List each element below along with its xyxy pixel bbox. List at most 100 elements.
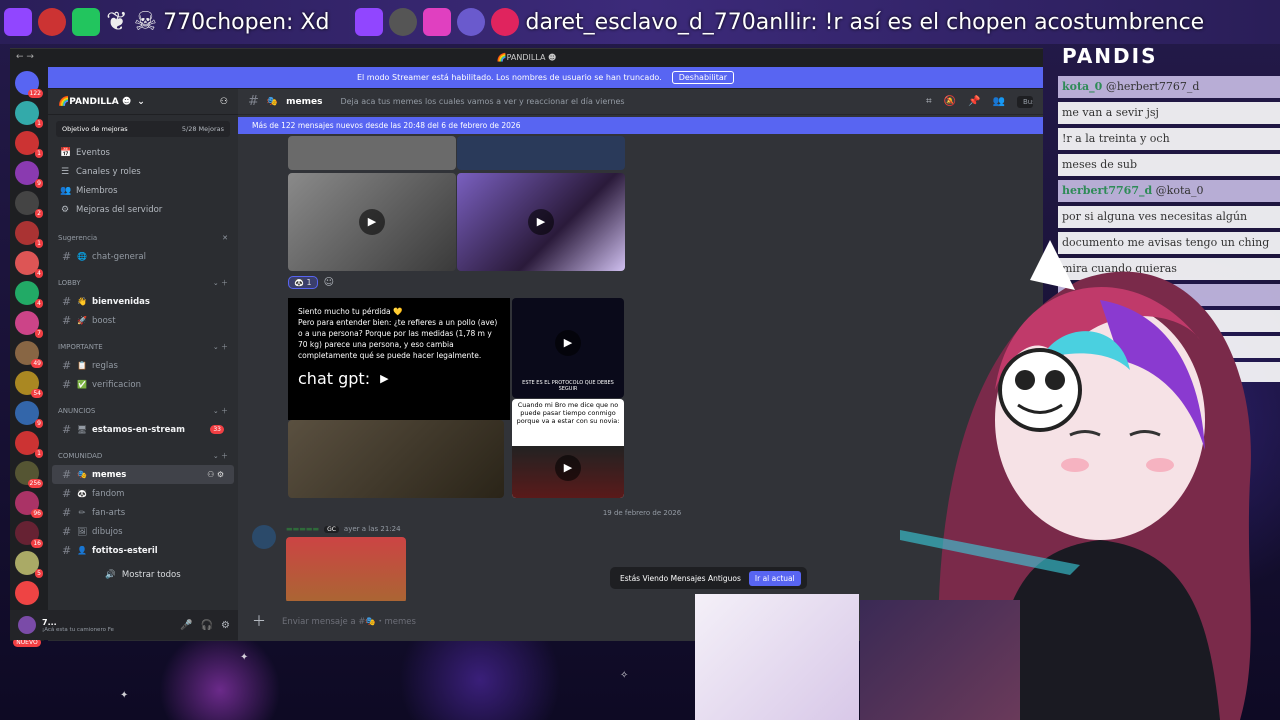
play-icon[interactable]: ▶ <box>380 373 388 384</box>
globe-icon: 🌐 <box>77 252 87 261</box>
channel-fotitos-esteril[interactable]: # 👤 fotitos-esteril <box>52 541 234 560</box>
server-icon[interactable]: 49 <box>15 341 43 368</box>
streamer-mode-banner: El modo Streamer está habilitado. Los no… <box>48 67 1043 88</box>
message-author[interactable]: ▬▬▬▬▬ <box>286 525 319 533</box>
threads-icon[interactable]: ⌗ <box>926 96 932 108</box>
play-icon[interactable]: ▶ <box>555 330 581 356</box>
video-thumbnail[interactable]: ▶ ESTE ES EL PROTOCOLO QUE DEBES SEGUIR <box>512 298 624 398</box>
video-thumbnail[interactable]: ▶ <box>288 173 456 271</box>
back-forward-icon[interactable]: ← → <box>16 52 34 62</box>
category-name: LOBBY <box>58 279 81 287</box>
video-thumbnail[interactable] <box>288 420 504 498</box>
unread-count-badge: 9 <box>35 179 43 188</box>
meme-big-text: chat gpt: <box>298 369 371 388</box>
server-icon[interactable]: 1 <box>15 431 43 458</box>
category-header[interactable]: COMUNIDAD ⌄ ＋ <box>48 447 238 465</box>
close-icon[interactable]: ✕ <box>222 234 228 242</box>
show-all-button[interactable]: 🔊 Mostrar todos <box>56 566 230 584</box>
twitch-icon <box>4 8 32 36</box>
server-icon[interactable]: 122 <box>15 71 43 98</box>
avatar[interactable] <box>18 616 36 634</box>
star-decoration: ✧ <box>620 670 629 681</box>
channel-settings-icon[interactable]: ⚇ ⚙ <box>207 470 224 479</box>
message-time: ayer a las 21:24 <box>343 525 401 533</box>
headphones-icon[interactable]: 🎧 <box>201 620 213 631</box>
channel-memes[interactable]: # 🎭 memes ⚇ ⚙ <box>52 465 234 484</box>
channel-dibujos[interactable]: # 🖼 dibujos <box>52 522 234 541</box>
channel-name: chat-general <box>92 251 146 262</box>
add-channel-icon[interactable]: ⌄ ＋ <box>213 342 228 352</box>
unread-count-badge: 49 <box>31 359 43 368</box>
server-icon[interactable]: 1 <box>15 101 43 128</box>
server-icon[interactable]: 4 <box>15 251 43 278</box>
nav-label: Mejoras del servidor <box>76 204 163 215</box>
window-title: 🌈PANDILLA ☻ <box>496 52 557 62</box>
server-icon[interactable]: 96 <box>15 491 43 518</box>
add-channel-icon[interactable]: ⌄ ＋ <box>213 406 228 416</box>
add-reaction-icon[interactable]: ☺ <box>324 277 334 288</box>
disable-streamer-button[interactable]: Deshabilitar <box>671 71 735 84</box>
jump-to-present-button[interactable]: Ir al actual <box>748 570 801 586</box>
banner-message-1: 770chopen: Xd <box>163 9 330 35</box>
reaction-pill[interactable]: 🐼 1 <box>288 276 318 289</box>
boost-goal[interactable]: Objetivo de mejoras 5/28 Mejoras <box>56 121 230 137</box>
message-image[interactable] <box>286 537 406 603</box>
add-channel-icon[interactable]: ⌄ ＋ <box>213 451 228 461</box>
members-list-icon[interactable]: 👥 <box>993 96 1005 108</box>
channel-verificacion[interactable]: # ✅ verificacion <box>52 375 234 394</box>
play-icon[interactable]: ▶ <box>528 209 554 235</box>
server-icon[interactable]: 1 <box>15 221 43 248</box>
new-messages-bar[interactable]: Más de 122 mensajes nuevos desde las 20:… <box>238 117 1043 134</box>
category-header[interactable]: IMPORTANTE ⌄ ＋ <box>48 338 238 356</box>
server-nav-item[interactable]: ☰ Canales y roles <box>48 162 238 181</box>
play-icon[interactable]: ▶ <box>359 209 385 235</box>
category-header[interactable]: ANUNCIOS ⌄ ＋ <box>48 402 238 420</box>
message-input[interactable]: Enviar mensaje a #🎭・memes <box>282 615 416 627</box>
server-icon[interactable]: 2 <box>15 191 43 218</box>
server-icon[interactable]: 256 <box>15 461 43 488</box>
microphone-icon[interactable]: 🎤 <box>180 620 192 631</box>
hash-icon: # <box>62 314 72 327</box>
hash-icon: # <box>62 359 72 372</box>
server-icon[interactable]: 7 <box>15 311 43 338</box>
server-icon[interactable]: 9 <box>15 161 43 188</box>
server-icon[interactable]: 4 <box>15 281 43 308</box>
channel-chat-general[interactable]: # 🌐 chat-general <box>52 247 234 266</box>
chat-message: me van a sevir jsj <box>1058 102 1280 124</box>
notification-bell-icon[interactable]: 🔕 <box>944 96 956 108</box>
unread-count-badge: 5 <box>35 569 43 578</box>
channel-estamos-en-stream[interactable]: # 🖥 estamos-en-stream 33 <box>52 420 234 439</box>
video-thumbnail[interactable]: Cuando mi Bro me dice que no puede pasar… <box>512 399 624 498</box>
add-member-icon[interactable]: ⚇ <box>220 97 228 107</box>
server-icon[interactable]: 16 <box>15 521 43 548</box>
server-icon[interactable]: 1 <box>15 131 43 158</box>
server-header[interactable]: 🌈PANDILLA ☻ ⌄ ⚇ <box>48 89 238 115</box>
channel-reglas[interactable]: # 📋 reglas <box>52 356 234 375</box>
deer-badge-icon: ❦ <box>106 7 128 37</box>
channel-fan-arts[interactable]: # ✏ fan-arts <box>52 503 234 522</box>
meme-image[interactable]: Siento mucho tu pérdida 💛 Pero para ente… <box>288 298 510 420</box>
server-nav-item[interactable]: ⚙ Mejoras del servidor <box>48 200 238 219</box>
server-nav-item[interactable]: 👥 Miembros <box>48 181 238 200</box>
category-name: IMPORTANTE <box>58 343 103 351</box>
unread-count-badge: 96 <box>31 509 43 518</box>
server-icon[interactable]: 5 <box>15 551 43 578</box>
video-thumbnail[interactable] <box>288 136 456 170</box>
pin-icon[interactable]: 📌 <box>968 96 980 108</box>
server-icon[interactable]: 54 <box>15 371 43 398</box>
plus-icon[interactable]: ＋ <box>252 611 266 631</box>
video-thumbnail[interactable]: ▶ <box>457 173 625 271</box>
channel-bienvenidas[interactable]: # 👋 bienvenidas <box>52 292 234 311</box>
avatar[interactable] <box>252 525 276 549</box>
server-nav-item[interactable]: 📅 Eventos <box>48 143 238 162</box>
channel-boost[interactable]: # 🚀 boost <box>52 311 234 330</box>
search-input[interactable]: Busc <box>1017 95 1033 108</box>
category-header[interactable]: LOBBY ⌄ ＋ <box>48 274 238 292</box>
add-channel-icon[interactable]: ⌄ ＋ <box>213 278 228 288</box>
webcam-feed <box>695 594 859 720</box>
video-thumbnail[interactable] <box>457 136 625 170</box>
server-icon[interactable] <box>15 581 39 605</box>
channel-fandom[interactable]: # 🐼 fandom <box>52 484 234 503</box>
server-icon[interactable]: 9 <box>15 401 43 428</box>
gear-icon[interactable]: ⚙ <box>221 620 230 631</box>
